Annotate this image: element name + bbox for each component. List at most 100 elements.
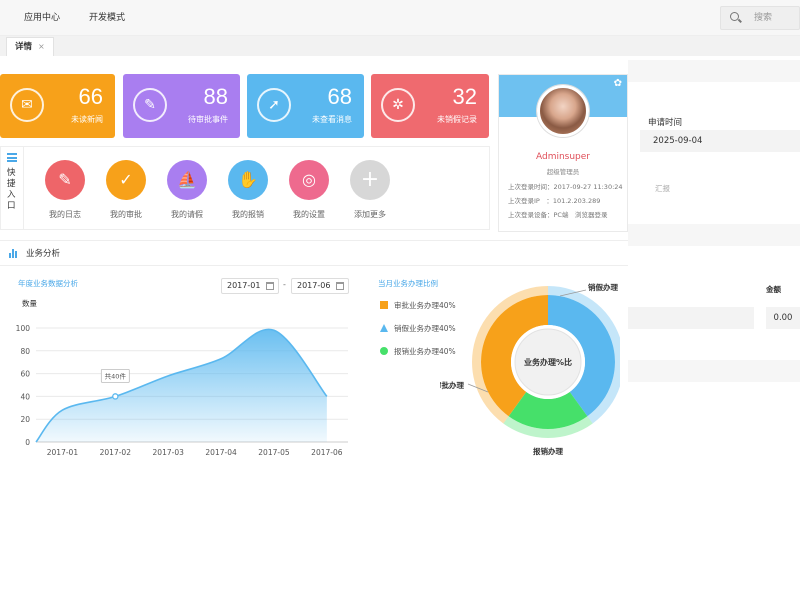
area-chart: 0 20 40 60 80 100 2017-01 2017-02 2017-03 2017-04…: [16, 324, 348, 457]
quick-item-add-more[interactable]: + 添加更多: [340, 160, 400, 220]
form-panel: [628, 56, 800, 386]
x-tick-label: 2017-06: [311, 448, 343, 457]
dashboard-page: 应用中心 开发模式 搜索 详情 × 申请时间 2025-09-04 汇报 金额 …: [0, 0, 800, 600]
calendar-icon[interactable]: [266, 282, 274, 290]
target-icon: ◎: [289, 160, 329, 200]
profile-role: 超级管理员: [546, 168, 580, 176]
quick-item-settings[interactable]: ◎ 我的设置: [279, 160, 339, 220]
date-from-value: 2017-01: [227, 281, 261, 290]
bar-chart-icon: [9, 249, 19, 258]
quick-item-label: 添加更多: [354, 210, 386, 219]
form-input[interactable]: [628, 307, 754, 329]
form-band: [628, 60, 800, 82]
profile-name: Adminsuper: [535, 152, 591, 162]
gear-icon[interactable]: ✿: [614, 78, 622, 89]
menu-app-center[interactable]: 应用中心: [24, 0, 60, 36]
slice-label: 报销办理: [533, 446, 563, 456]
close-icon[interactable]: ×: [38, 38, 45, 56]
hand-icon: [380, 347, 388, 355]
date-to-picker[interactable]: 2017-06: [291, 278, 349, 294]
quick-item-label: 我的审批: [110, 210, 142, 219]
news-icon: ✉: [10, 88, 44, 122]
amount-label: 金额: [766, 285, 781, 294]
stat-label: 待审批事件: [188, 115, 228, 124]
stat-value: 68: [327, 84, 352, 109]
y-tick-label: 0: [25, 438, 30, 447]
tab-bar: [0, 36, 800, 56]
stat-card-leave[interactable]: ✲ 32 未销假记录: [371, 74, 489, 138]
slice-label: 审批办理: [440, 380, 464, 390]
quick-item-journal[interactable]: ✎ 我的日志: [35, 160, 95, 220]
search-icon: [730, 12, 739, 21]
stat-label: 未销假记录: [437, 115, 477, 124]
line-chart-title: 年度业务数据分析: [18, 279, 78, 288]
folder-icon: [380, 301, 388, 309]
search-box[interactable]: 搜索: [720, 6, 800, 30]
calendar-icon[interactable]: [336, 282, 344, 290]
form-band: [628, 224, 800, 246]
amount-field[interactable]: 0.00: [766, 307, 800, 329]
quick-item-label: 我的日志: [49, 210, 81, 219]
x-tick-label: 2017-03: [153, 448, 185, 457]
quick-item-approval[interactable]: ✓ 我的审批: [96, 160, 156, 220]
stat-value: 66: [78, 84, 103, 109]
stat-card-news[interactable]: ✉ 66 未读新闻: [0, 74, 115, 138]
quick-item-reimburse[interactable]: ✋ 我的报销: [218, 160, 278, 220]
date-from-picker[interactable]: 2017-01: [221, 278, 279, 294]
quick-item-label: 我的设置: [293, 210, 325, 219]
x-tick-label: 2017-01: [47, 448, 79, 457]
date-separator: -: [283, 280, 286, 289]
donut-chart: 业务办理%比 销假办理报销办理 审批办理: [440, 282, 620, 456]
form-band: [628, 360, 800, 382]
slice-label: 销假办理: [588, 282, 618, 292]
last-login-device: 上次登录设备：PC端 浏览器登录: [508, 211, 608, 219]
journal-icon: ✎: [45, 160, 85, 200]
x-tick-label: 2017-04: [205, 448, 237, 457]
stat-card-approvals[interactable]: ✎ 88 待审批事件: [123, 74, 240, 138]
area-fill: [36, 329, 327, 442]
quick-item-label: 我的请假: [171, 210, 203, 219]
reimburse-icon: ✋: [228, 160, 268, 200]
quick-item-leave[interactable]: ⛵ 我的请假: [157, 160, 217, 220]
last-login-time: 上次登录时间：2017-09-27 11:30:24: [508, 183, 623, 191]
stat-label: 未读新闻: [71, 115, 103, 124]
tab-details[interactable]: 详情 ×: [6, 37, 54, 56]
data-point: [112, 393, 119, 400]
y-axis-label: 数量: [22, 299, 37, 308]
quick-item-label: 我的报销: [232, 210, 264, 219]
stat-label: 未查看消息: [312, 115, 352, 124]
y-tick-label: 60: [20, 370, 30, 379]
list-icon: [7, 153, 17, 162]
stat-card-messages[interactable]: ➚ 68 未查看消息: [247, 74, 364, 138]
x-tick-label: 2017-05: [258, 448, 290, 457]
tab-label: 详情: [15, 42, 33, 52]
apply-time-label: 申请时间: [648, 118, 683, 128]
apply-time-field[interactable]: 2025-09-04: [640, 130, 800, 152]
stat-value: 32: [452, 84, 477, 109]
palm-icon: ✲: [381, 88, 415, 122]
sailboat-icon: ⛵: [167, 160, 207, 200]
quick-entry-header: 快捷入口: [0, 146, 24, 230]
summary-label: 汇报: [655, 184, 670, 193]
donut-chart-title: 当月业务办理比例: [378, 279, 438, 288]
analysis-title: 业务分析: [26, 249, 61, 259]
menu-dev-mode[interactable]: 开发模式: [89, 0, 125, 36]
sailboat-icon: [380, 324, 388, 332]
stat-value: 88: [203, 84, 228, 109]
y-tick-label: 40: [20, 392, 30, 401]
plus-icon: +: [350, 160, 390, 200]
avatar[interactable]: [537, 85, 589, 137]
donut-center-label: 业务办理%比: [524, 357, 572, 367]
analysis-header: [0, 240, 628, 266]
approval-icon: ✓: [106, 160, 146, 200]
y-tick-label: 80: [20, 347, 30, 356]
search-input[interactable]: 搜索: [754, 7, 772, 29]
date-to-value: 2017-06: [297, 281, 331, 290]
tooltip-label: 共40件: [105, 371, 127, 380]
quick-entry-title: 快捷入口: [7, 168, 16, 211]
x-tick-label: 2017-02: [100, 448, 132, 457]
y-tick-label: 100: [16, 324, 31, 333]
last-login-ip: 上次登录IP ：101.2.203.289: [508, 197, 601, 205]
edit-icon: ✎: [133, 88, 167, 122]
y-tick-label: 20: [20, 415, 30, 424]
